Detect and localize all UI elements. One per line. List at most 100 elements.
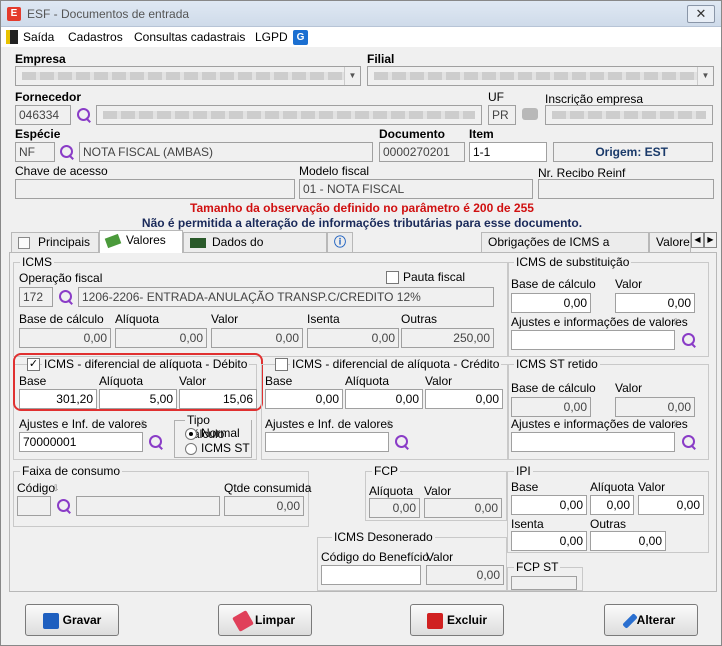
desonerado-codigo-field[interactable] [321,565,421,585]
aliquota-label: Alíquota [590,480,635,494]
base-label: Base de cálculo [511,381,596,395]
tab-scroll-right-icon[interactable]: ▶ [704,232,717,248]
icms-valor-field[interactable]: 0,00 [211,328,303,348]
icms-isenta-field[interactable]: 0,00 [307,328,399,348]
fcp-valor-field[interactable]: 0,00 [424,498,502,518]
filial-combo[interactable]: ▼ [367,66,714,86]
search-icon[interactable] [56,498,72,514]
icms-sub-base-field[interactable]: 0,00 [511,293,591,313]
fornecedor-name-field[interactable] [96,105,482,125]
isenta-label: Isenta [511,517,544,531]
search-icon[interactable] [681,434,697,450]
uf-label: UF [488,90,504,104]
valor-label: Valor [425,374,453,388]
tab-scroll-left-icon[interactable]: ◀ [691,232,704,248]
highlight-annotation [13,353,263,411]
icms-aliquota-field[interactable]: 0,00 [115,328,207,348]
main-window: E ESF - Documentos de entrada ✕ Saída Ca… [0,0,722,646]
chevron-down-icon[interactable]: ▼ [697,67,713,85]
money-icon [104,233,122,248]
search-icon[interactable] [394,434,410,450]
icms-outras-field[interactable]: 250,00 [401,328,494,348]
fcp-st-field[interactable] [511,576,577,590]
ipi-valor-field[interactable]: 0,00 [638,495,704,515]
search-icon[interactable] [59,144,75,160]
outras-label: Outras [401,312,438,326]
icms-sub-ajustes-field[interactable] [511,330,675,350]
icms-sub-valor-field[interactable]: 0,00 [615,293,695,313]
tab-dados-transportador[interactable]: Dados do transportador [183,232,327,267]
ipi-isenta-field[interactable]: 0,00 [511,531,587,551]
difal-credito-ajustes-field[interactable] [265,432,389,452]
difal-debito-checkbox[interactable]: ✓ [27,358,40,371]
icms-substituicao-group: ICMS de substituição Base de cálculo Val… [507,255,709,357]
faixa-codigo-field[interactable] [17,496,51,516]
difal-credito-title: ICMS - diferencial de alíquota - Crédito [290,357,502,371]
uf-field[interactable]: PR [488,105,516,125]
recibo-field[interactable] [538,179,714,199]
tab-strip: Principais Valores Dados do transportado… [9,230,719,267]
modelo-field[interactable]: 01 - NOTA FISCAL [299,179,533,199]
search-icon[interactable] [76,107,92,123]
erase-icon[interactable] [522,108,538,120]
menu-lgpd[interactable]: LGPD [255,30,288,44]
tab-principais[interactable]: Principais [11,232,99,252]
valor-label: Valor [424,484,452,498]
codigo-label: Código [17,481,56,495]
recibo-label: Nr. Recibo Reinf [538,166,626,180]
inscricao-field[interactable] [545,105,713,125]
difal-credito-group: ICMS - diferencial de alíquota - Crédito… [261,357,509,460]
icms-st-retido-valor-field[interactable]: 0,00 [615,397,695,417]
faixa-desc-field[interactable] [76,496,220,516]
menu-consultas-cadastrais[interactable]: Consultas cadastrais [134,30,245,44]
icms-base-field[interactable]: 0,00 [19,328,111,348]
documento-field[interactable]: 0000270201 [379,142,465,162]
operacao-code-field[interactable]: 172 [19,287,53,307]
empresa-combo[interactable]: ▼ [15,66,361,86]
search-icon[interactable] [681,332,697,348]
menu-saida[interactable]: Saída [23,30,54,44]
icms-st-retido-ajustes-field[interactable] [511,432,675,452]
tab-info[interactable]: ⓘ [327,232,353,252]
difal-credito-aliquota-field[interactable]: 0,00 [345,389,423,409]
radio-icms-st[interactable] [185,443,197,455]
item-field[interactable]: 1-1 [469,142,547,162]
tipo-calculo-group: Tipo cálculo Normal ICMS ST [174,413,252,458]
tab-valores[interactable]: Valores [99,230,183,253]
warning-observacao: Tamanho da observação definido no parâme… [190,201,534,215]
pencil-icon [621,613,638,629]
difal-credito-valor-field[interactable]: 0,00 [425,389,503,409]
especie-desc-field[interactable]: NOTA FISCAL (AMBAS) [79,142,373,162]
search-icon[interactable] [148,434,164,450]
radio-normal[interactable] [185,428,197,440]
faixa-qtde-field[interactable]: 0,00 [224,496,304,516]
fcp-aliquota-field[interactable]: 0,00 [369,498,420,518]
pin-icon: ⇩ [672,419,680,429]
difal-credito-checkbox[interactable] [275,358,288,371]
ipi-outras-field[interactable]: 0,00 [590,531,666,551]
tab-obrigacoes-icms[interactable]: Obrigações de ICMS a recolher [481,232,649,267]
ipi-base-field[interactable]: 0,00 [511,495,587,515]
pauta-fiscal-checkbox[interactable] [386,271,399,284]
difal-credito-base-field[interactable]: 0,00 [265,389,343,409]
icms-st-label: ICMS ST [201,441,250,455]
limpar-button[interactable]: Limpar [218,604,312,636]
ipi-aliquota-field[interactable]: 0,00 [590,495,634,515]
difal-debito-ajustes-field[interactable]: 70000001 [19,432,143,452]
aliquota-label: Alíquota [115,312,160,326]
excluir-button[interactable]: Excluir [410,604,504,636]
especie-code-field[interactable]: NF [15,142,55,162]
tab-valores-2[interactable]: Valores [649,232,691,252]
gravar-button[interactable]: Gravar [25,604,119,636]
operacao-desc-field[interactable]: 1206-2206- ENTRADA-ANULAÇÃO TRANSP.C/CRE… [78,287,494,307]
desonerado-valor-field[interactable]: 0,00 [426,565,504,585]
fornecedor-code-field[interactable]: 046334 [15,105,71,125]
close-button[interactable]: ✕ [687,5,715,23]
search-icon[interactable] [58,289,74,305]
menu-cadastros[interactable]: Cadastros [68,30,123,44]
icms-st-retido-base-field[interactable]: 0,00 [511,397,591,417]
help-app-icon[interactable]: G [293,30,308,45]
alterar-button[interactable]: Alterar [604,604,698,636]
chevron-down-icon[interactable]: ▼ [344,67,360,85]
chave-field[interactable] [15,179,295,199]
